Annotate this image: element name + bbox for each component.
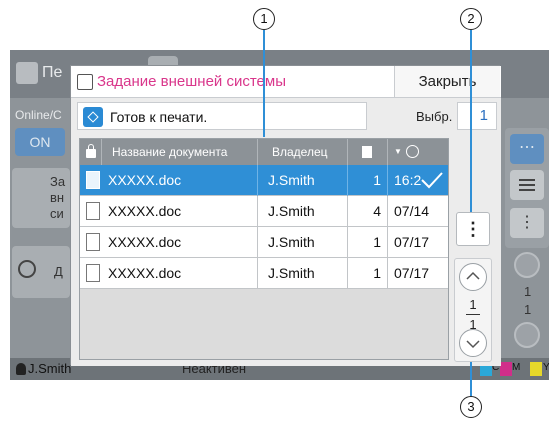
clock-icon xyxy=(406,145,419,158)
list-icon xyxy=(510,170,544,200)
scroll-down-button[interactable] xyxy=(459,329,487,357)
close-button[interactable]: Закрыть xyxy=(394,66,500,97)
scroll-panel: 1 1 xyxy=(454,258,492,362)
background-item-text-3: си xyxy=(50,206,64,221)
status-text: Готов к печати. xyxy=(110,109,208,125)
name-column-header[interactable]: Название документа xyxy=(102,139,258,165)
document-name: XXXXX.doc xyxy=(108,265,182,281)
document-name: XXXXX.doc xyxy=(108,172,182,188)
table-rows: XXXXX.doc J.Smith 1 16:2 XXXXX.doc J.Smith 4 07… xyxy=(80,165,448,359)
document-name: XXXXX.doc xyxy=(108,203,182,219)
table-row[interactable]: XXXXX.doc J.Smith 1 07/17 xyxy=(80,227,448,258)
copies-cell: 1 xyxy=(348,165,388,196)
scroll-up-button[interactable] xyxy=(459,263,487,291)
table-row[interactable]: XXXXX.doc J.Smith 1 07/17 xyxy=(80,258,448,289)
time-cell: 07/17 xyxy=(394,234,430,250)
status-icon xyxy=(83,107,103,127)
callout-3: 3 xyxy=(460,396,482,418)
document-icon xyxy=(86,202,100,220)
owner-column-label: Владелец xyxy=(272,145,328,159)
background-search-item: Д xyxy=(12,246,70,298)
background-item-text-2: вн xyxy=(50,190,65,205)
page-indicator: 1 1 xyxy=(455,297,491,332)
name-column-label: Название документа xyxy=(112,145,228,159)
status-bar: Готов к печати. xyxy=(77,102,367,130)
dialog-header: Задание внешней системы Закрыть xyxy=(71,66,501,98)
external-job-dialog: Задание внешней системы Закрыть Готов к … xyxy=(70,65,501,366)
document-icon xyxy=(86,233,100,251)
copies-icon xyxy=(362,146,372,158)
callout-line-2 xyxy=(470,30,472,212)
document-icon xyxy=(86,264,100,282)
sort-icon: ▼ xyxy=(394,147,402,156)
selected-label: Выбр. xyxy=(416,109,453,124)
owner-cell: J.Smith xyxy=(258,227,348,258)
owner-cell: J.Smith xyxy=(258,196,348,227)
toner-yellow xyxy=(530,362,542,376)
search-icon xyxy=(18,260,36,278)
job-table: Название документа Владелец ▼ XXXXX.doc J… xyxy=(79,138,449,360)
background-search-text: Д xyxy=(54,264,63,279)
grid-icon: ⋯ xyxy=(510,134,544,164)
owner-cell: J.Smith xyxy=(258,258,348,289)
dialog-title: Задание внешней системы xyxy=(97,73,286,90)
time-cell: 07/14 xyxy=(394,203,430,219)
callout-1: 1 xyxy=(253,8,275,30)
background-online-label: Online/C xyxy=(15,108,62,122)
page-current: 1 xyxy=(469,297,477,312)
table-row[interactable]: XXXXX.doc J.Smith 4 07/14 xyxy=(80,196,448,227)
user-icon xyxy=(16,363,26,375)
check-icon xyxy=(421,172,443,189)
more-icon: ⋮ xyxy=(464,219,482,239)
background-title: Пе xyxy=(42,64,63,81)
page-divider xyxy=(466,314,480,315)
document-cell: XXXXX.doc xyxy=(80,196,258,227)
background-on-button: ON xyxy=(15,128,65,156)
copies-cell: 1 xyxy=(348,258,388,289)
owner-cell: J.Smith xyxy=(258,165,348,196)
lock-column-header[interactable] xyxy=(80,139,102,165)
document-icon xyxy=(86,171,100,189)
copies-cell: 4 xyxy=(348,196,388,227)
background-on-label: ON xyxy=(29,134,51,150)
time-column-header[interactable]: ▼ xyxy=(388,139,448,165)
callout-line-3 xyxy=(470,362,472,396)
callout-line-1 xyxy=(263,30,265,137)
printer-icon xyxy=(16,62,38,84)
background-item-text-1: За xyxy=(50,174,66,189)
selected-count: 1 xyxy=(457,102,497,130)
callout-2: 2 xyxy=(460,8,482,30)
background-page-bottom: 1 xyxy=(524,302,532,317)
table-header: Название документа Владелец ▼ xyxy=(80,139,448,165)
scroll-up-icon xyxy=(466,271,480,280)
toner-magenta xyxy=(500,362,512,376)
job-icon xyxy=(77,74,93,90)
document-cell: XXXXX.doc xyxy=(80,258,258,289)
background-scroll-down-icon xyxy=(514,322,540,348)
background-page-top: 1 xyxy=(524,284,532,299)
time-cell: 07/17 xyxy=(394,265,430,281)
toner-m-label: M xyxy=(512,362,521,373)
toner-y-label: Y xyxy=(543,362,549,373)
document-cell: XXXXX.doc xyxy=(80,227,258,258)
document-cell: XXXXX.doc xyxy=(80,165,258,196)
background-user: J.Smith xyxy=(28,361,72,376)
scroll-down-icon xyxy=(466,340,480,349)
copies-column-header[interactable] xyxy=(348,139,388,165)
more-options-button[interactable]: ⋮ xyxy=(456,212,490,246)
background-scroll-up-icon xyxy=(514,252,540,278)
owner-column-header[interactable]: Владелец xyxy=(258,139,348,165)
document-name: XXXXX.doc xyxy=(108,234,182,250)
copies-cell: 1 xyxy=(348,227,388,258)
table-row[interactable]: XXXXX.doc J.Smith 1 16:2 xyxy=(80,165,448,196)
background-more-icon: ⋮ xyxy=(510,208,544,238)
background-job-item: За вн си xyxy=(12,168,70,228)
